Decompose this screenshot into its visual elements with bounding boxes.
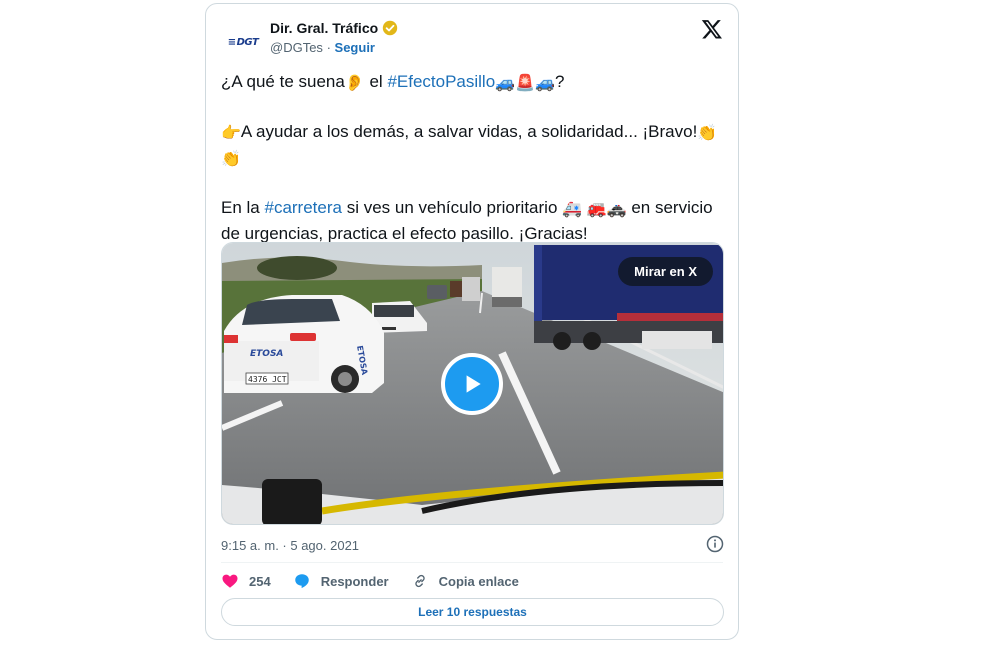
tweet-card: ≡DGT Dir. Gral. Tráfico @DGTes · Seguir bbox=[205, 3, 739, 640]
ear-emoji-icon: 👂 bbox=[344, 75, 365, 92]
play-button[interactable] bbox=[441, 353, 503, 415]
copy-link-button[interactable]: Copia enlace bbox=[411, 572, 519, 590]
tweet-line-2: 👉A ayudar a los demás, a salvar vidas, a… bbox=[221, 120, 721, 172]
reply-bubble-icon bbox=[294, 574, 309, 589]
car-emoji-icon: 🚙 bbox=[535, 75, 555, 92]
car-emoji-icon: 🚙 bbox=[495, 75, 516, 92]
read-replies-button[interactable]: Leer 10 respuestas bbox=[221, 598, 724, 626]
x-logo-icon[interactable] bbox=[701, 18, 723, 40]
divider bbox=[221, 562, 723, 563]
ambulance-emoji-icon: 🚑 bbox=[562, 201, 583, 218]
tweet-actions: 254 Responder Copia enlace bbox=[221, 570, 541, 592]
reply-button[interactable]: Responder bbox=[293, 572, 389, 590]
tweet-line-1: ¿A qué te suena👂 el #EfectoPasillo🚙🚨🚙? bbox=[221, 70, 721, 96]
author-handle[interactable]: @DGTes bbox=[270, 40, 323, 55]
siren-emoji-icon: 🚨 bbox=[515, 75, 536, 92]
author-name[interactable]: Dir. Gral. Tráfico bbox=[270, 20, 378, 36]
like-button[interactable]: 254 bbox=[221, 572, 271, 590]
copy-link-label: Copia enlace bbox=[438, 573, 519, 589]
heart-icon bbox=[222, 574, 238, 588]
tweet-meta: 9:15 a. m. · 5 ago. 2021 bbox=[221, 535, 724, 555]
pointing-hand-emoji-icon: 👉 bbox=[221, 125, 241, 142]
reply-label: Responder bbox=[320, 573, 389, 589]
handle-separator: · bbox=[326, 40, 331, 55]
clap-emoji-icon: 👏 bbox=[697, 125, 718, 142]
tweet-text: ¿A qué te suena👂 el #EfectoPasillo🚙🚨🚙? 👉… bbox=[221, 70, 721, 246]
tweet-line-3: En la #carretera si ves un vehículo prio… bbox=[221, 198, 713, 243]
link-icon bbox=[414, 574, 425, 588]
hashtag-efectopasillo[interactable]: #EfectoPasillo bbox=[387, 72, 495, 91]
follow-button[interactable]: Seguir bbox=[335, 40, 375, 55]
avatar-logo: ≡DGT bbox=[227, 36, 259, 48]
license-plate: 4376 JCT bbox=[248, 375, 287, 384]
fire-truck-emoji-icon: 🚒 bbox=[586, 201, 607, 218]
watch-on-x-button[interactable]: Mirar en X bbox=[618, 257, 713, 286]
verified-badge-icon bbox=[382, 20, 398, 36]
author-info: Dir. Gral. Tráfico @DGTes · Seguir bbox=[270, 18, 398, 55]
tweet-timestamp[interactable]: 9:15 a. m. · 5 ago. 2021 bbox=[221, 538, 359, 553]
clap-emoji-icon: 👏 bbox=[221, 151, 241, 168]
video-thumbnail[interactable]: ETOSA ETOSA 4376 JCT Mirar en X bbox=[221, 242, 724, 525]
avatar[interactable]: ≡DGT bbox=[221, 22, 265, 62]
police-car-emoji-icon: 🚓 bbox=[606, 201, 627, 218]
car-brand-label: ETOSA bbox=[250, 349, 283, 359]
play-icon bbox=[466, 375, 481, 393]
tweet-header: ≡DGT Dir. Gral. Tráfico @DGTes · Seguir bbox=[221, 18, 723, 62]
like-count: 254 bbox=[249, 573, 271, 589]
hashtag-carretera[interactable]: #carretera bbox=[264, 198, 341, 217]
info-icon[interactable] bbox=[706, 535, 724, 553]
